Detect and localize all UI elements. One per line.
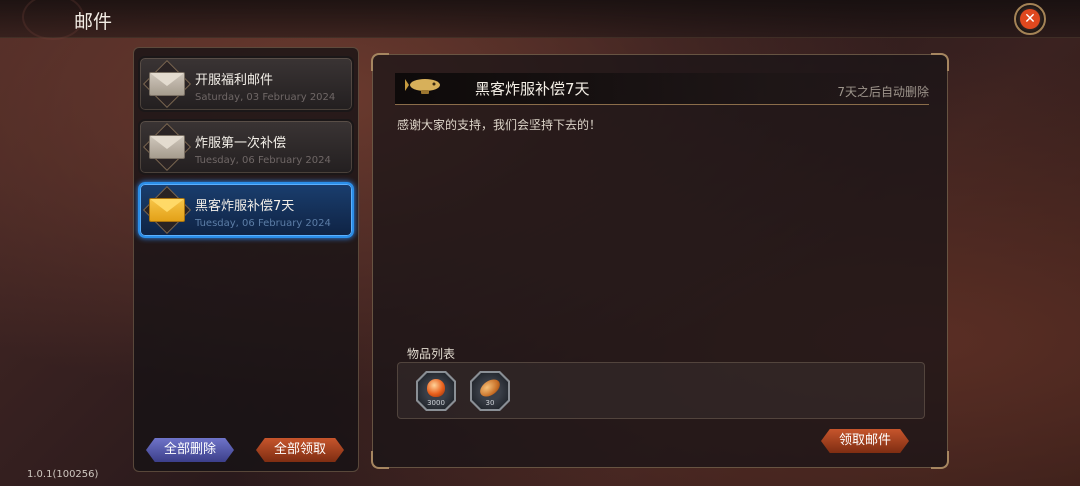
item-slot[interactable]: 3000 [416, 371, 456, 411]
mail-item-date: Saturday, 03 February 2024 [195, 92, 336, 103]
mail-item[interactable]: 开服福利邮件 Saturday, 03 February 2024 [138, 56, 354, 112]
corner-ornament [931, 53, 949, 71]
item-slot[interactable]: 30 [470, 371, 510, 411]
expire-text: 7天之后自动删除 [837, 85, 929, 99]
page-title: 邮件 [74, 11, 113, 33]
mail-item-title: 炸服第一次补偿 [195, 136, 287, 151]
header-bar: 邮件 ✕ [0, 0, 1080, 40]
mail-item-date: Tuesday, 06 February 2024 [195, 218, 331, 229]
items-label: 物品列表 [407, 347, 456, 361]
mail-item-title: 黑客炸服补偿7天 [195, 199, 295, 214]
items-list: 3000 30 [397, 362, 925, 419]
mail-item[interactable]: 炸服第一次补偿 Tuesday, 06 February 2024 [138, 119, 354, 175]
item-quantity: 30 [485, 399, 495, 407]
envelope-closed-icon [142, 185, 192, 235]
bread-icon [476, 375, 504, 401]
detail-title-bar: 黑客炸服补偿7天 7天之后自动删除 [395, 73, 929, 105]
item-quantity: 3000 [427, 399, 445, 407]
mail-list-panel: 开服福利邮件 Saturday, 03 February 2024 炸服第一次补… [133, 47, 359, 472]
corner-ornament [931, 451, 949, 469]
detail-title: 黑客炸服补偿7天 [475, 80, 590, 98]
mail-item-selected[interactable]: 黑客炸服补偿7天 Tuesday, 06 February 2024 [138, 182, 354, 238]
airship-icon [405, 79, 440, 94]
close-icon: ✕ [1020, 9, 1040, 29]
close-button[interactable]: ✕ [1014, 3, 1046, 35]
orange-gem-icon [427, 379, 445, 397]
version-label: 1.0.1(100256) [27, 469, 99, 480]
mail-body: 感谢大家的支持，我们会坚持下去的！ [397, 118, 602, 132]
claim-all-button[interactable]: 全部领取 [256, 438, 344, 462]
delete-all-button[interactable]: 全部删除 [146, 438, 234, 462]
corner-ornament [371, 53, 389, 71]
corner-ornament [371, 451, 389, 469]
envelope-open-icon [142, 59, 192, 109]
mail-item-title: 开服福利邮件 [195, 73, 274, 88]
envelope-open-icon [142, 122, 192, 172]
mail-item-date: Tuesday, 06 February 2024 [195, 155, 331, 166]
claim-mail-button[interactable]: 领取邮件 [821, 429, 909, 453]
mail-detail-panel: 黑客炸服补偿7天 7天之后自动删除 感谢大家的支持，我们会坚持下去的！ 物品列表… [371, 53, 949, 469]
